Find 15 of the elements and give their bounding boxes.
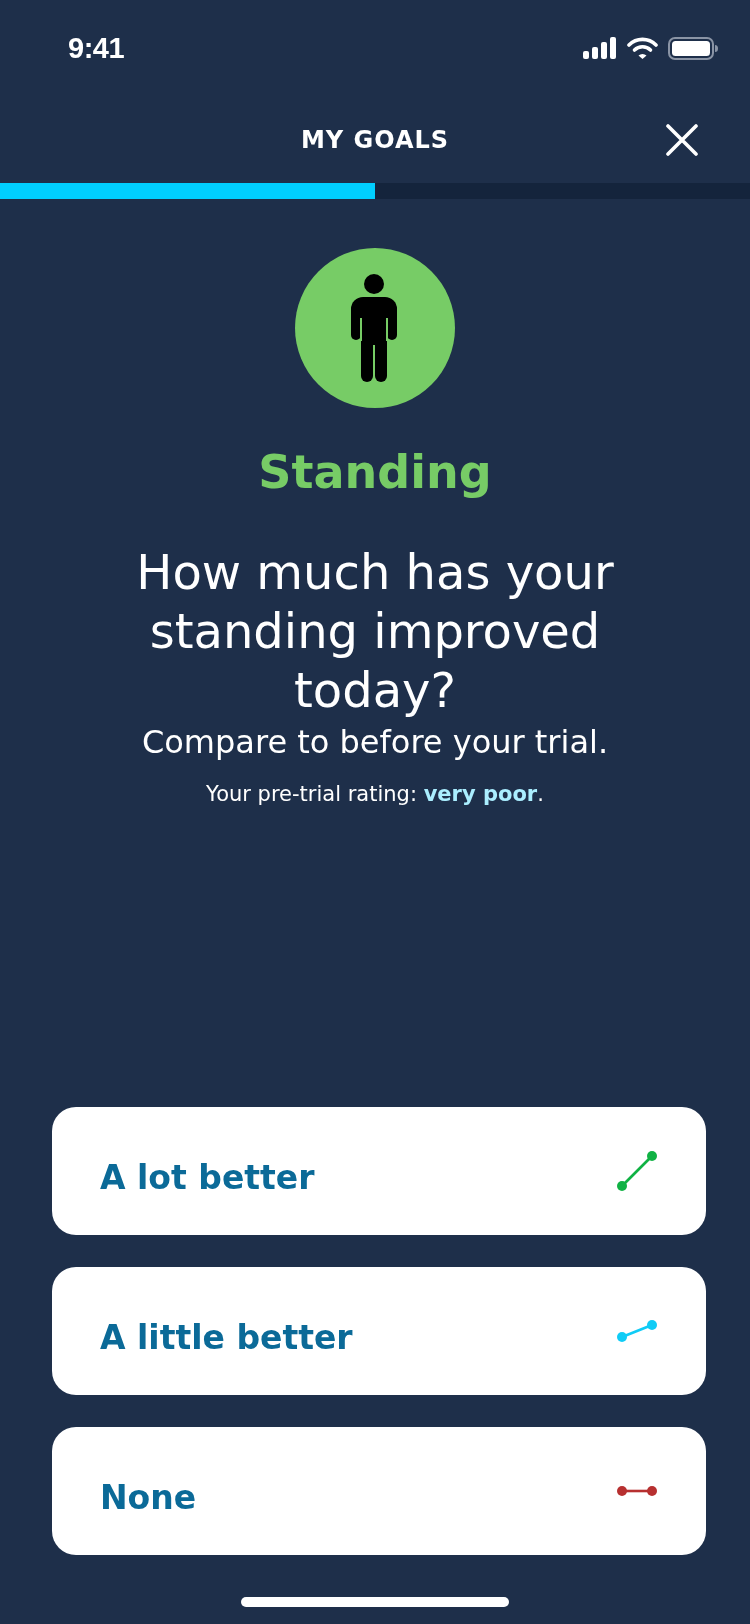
goal-name: Standing	[258, 444, 492, 501]
close-icon	[666, 123, 698, 156]
status-time: 9:41	[68, 31, 125, 65]
answer-option[interactable]: A little better	[52, 1267, 706, 1395]
person-icon	[295, 248, 455, 408]
battery-icon	[668, 36, 718, 60]
answer-option[interactable]: None	[52, 1427, 706, 1555]
wifi-icon	[627, 37, 658, 59]
question-subtitle: Compare to before your trial.	[141, 722, 609, 762]
pre-trial-rating-text: Your pre-trial rating: very poor.	[206, 781, 544, 808]
signal-icon	[583, 37, 617, 59]
answer-option[interactable]: A lot better	[52, 1107, 706, 1235]
question-text: How much has your standing improved today?	[135, 543, 615, 720]
close-button[interactable]	[666, 123, 698, 156]
screen-title: MY GOALS	[300, 125, 450, 154]
